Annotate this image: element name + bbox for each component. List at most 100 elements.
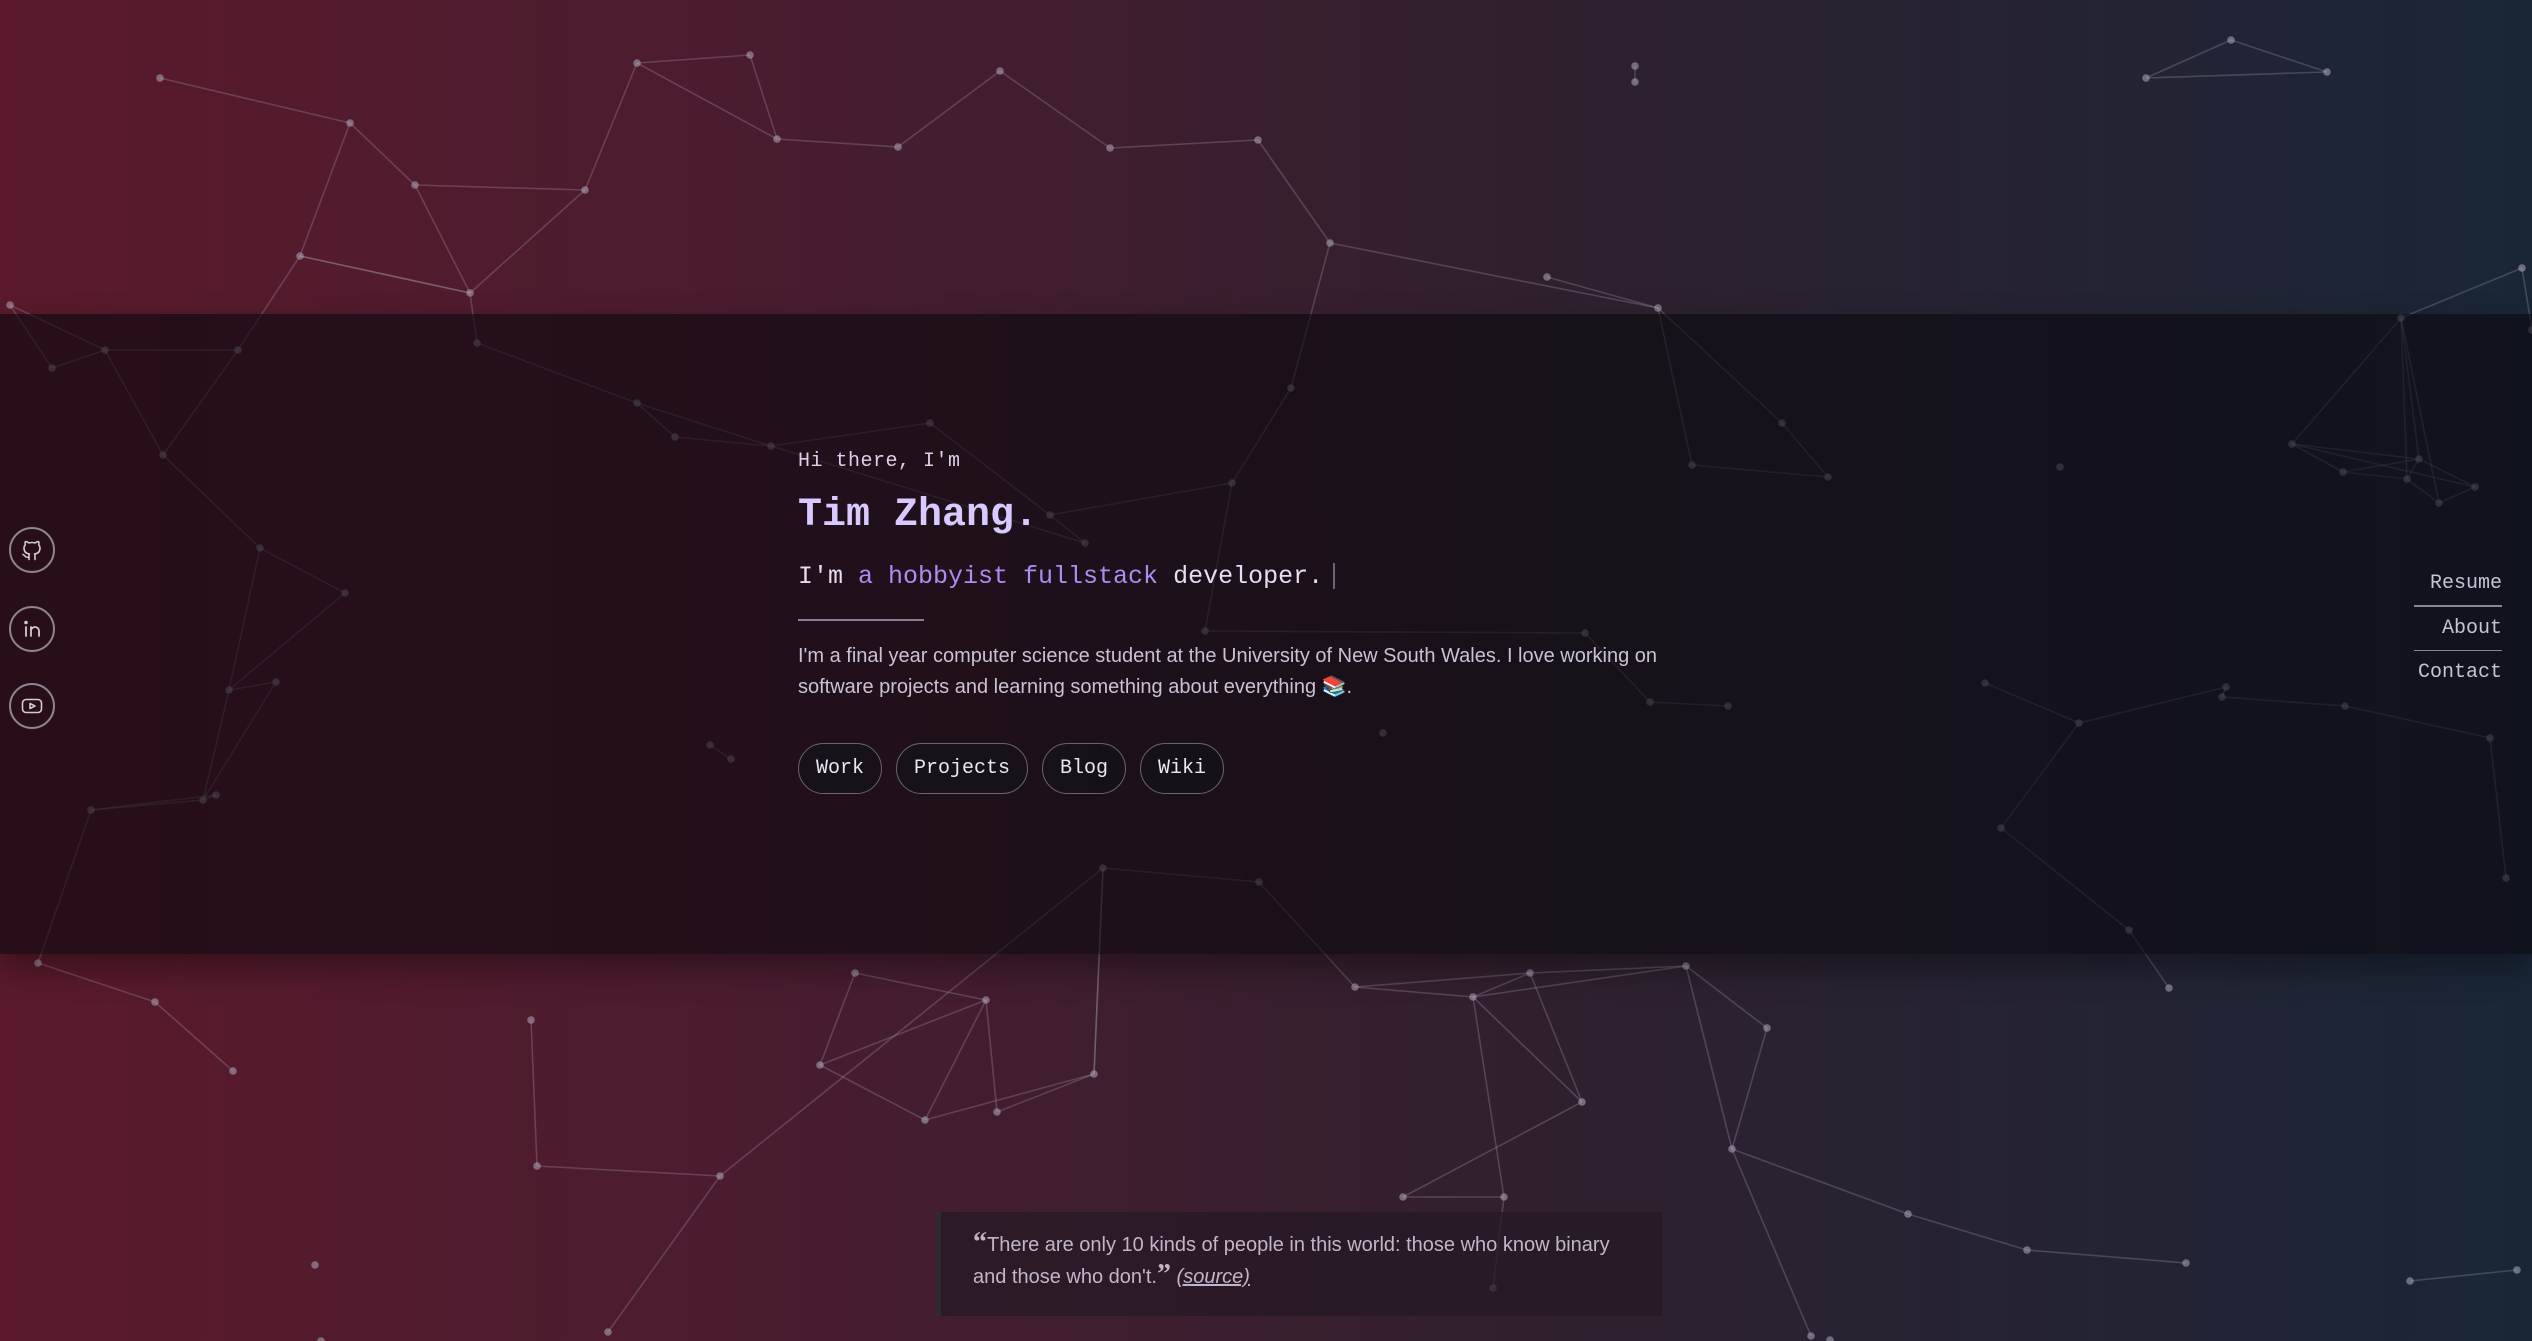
network-line (1685, 965, 1733, 1150)
network-node (1826, 1336, 1834, 1341)
network-node (816, 1061, 824, 1069)
network-line (2409, 1269, 2518, 1282)
linkedin-link[interactable] (9, 606, 55, 652)
network-node (581, 186, 589, 194)
network-node (6, 301, 14, 309)
network-line (414, 184, 471, 294)
network-line (584, 62, 638, 191)
network-node (2182, 1259, 2190, 1267)
network-line (776, 138, 899, 148)
hero-content: Hi there, I'm Tim Zhang. I'm a hobbyist … (798, 450, 1738, 794)
network-line (985, 999, 998, 1113)
network-line (1529, 972, 1583, 1103)
network-line (414, 184, 586, 191)
network-line (2400, 267, 2523, 319)
network-line (349, 122, 416, 186)
network-node (1578, 1098, 1586, 1106)
contact-link[interactable]: Contact (2414, 657, 2502, 688)
network-node (2227, 36, 2235, 44)
network-node (1254, 136, 1262, 144)
network-node (2023, 1246, 2031, 1254)
open-quote-mark: “ (973, 1227, 987, 1258)
linkedin-icon (24, 620, 40, 637)
network-node (1500, 1193, 1508, 1201)
network-node (1728, 1145, 1736, 1153)
tagline-prefix: I'm (798, 562, 859, 591)
network-line (1329, 242, 1659, 309)
network-node (996, 67, 1004, 75)
nav-divider (2414, 605, 2502, 607)
network-node (317, 1337, 325, 1341)
quote-text: There are only 10 kinds of people in thi… (973, 1234, 1610, 1288)
network-node (2518, 264, 2526, 272)
network-node (716, 1172, 724, 1180)
network-node (746, 51, 754, 59)
network-line (819, 999, 987, 1066)
network-node (773, 135, 781, 143)
network-line (1109, 139, 1259, 149)
projects-link[interactable]: Projects (896, 743, 1029, 794)
network-node (2142, 74, 2150, 82)
blog-link[interactable]: Blog (1042, 743, 1127, 794)
network-node (1469, 993, 1477, 1001)
network-node (2323, 68, 2331, 76)
network-line (636, 54, 751, 64)
tagline-highlight: a hobbyist fullstack (858, 562, 1159, 591)
network-node (604, 1328, 612, 1336)
network-node (156, 74, 164, 82)
network-node (1904, 1210, 1912, 1218)
network-node (1543, 273, 1551, 281)
youtube-icon (21, 698, 43, 714)
network-line (1731, 1148, 1812, 1337)
network-line (159, 77, 351, 124)
network-line (1685, 965, 1768, 1029)
wiki-link[interactable]: Wiki (1140, 743, 1225, 794)
network-line (819, 1064, 926, 1121)
network-line (2145, 39, 2232, 79)
quote-source-link[interactable]: (source) (1177, 1266, 1250, 1288)
network-line (1907, 1213, 2028, 1251)
network-node (2165, 984, 2173, 992)
bio-text: I'm a final year computer science studen… (798, 645, 1658, 698)
network-node (1326, 239, 1334, 247)
network-node (1106, 144, 1114, 152)
network-line (1546, 276, 1659, 309)
network-line (996, 1073, 1095, 1113)
nav-divider (2414, 649, 2502, 651)
typing-cursor (1333, 563, 1336, 590)
network-line (154, 1001, 234, 1072)
network-node (1682, 962, 1690, 970)
network-line (1472, 996, 1583, 1103)
network-node (1631, 78, 1639, 86)
network-line (469, 189, 586, 294)
about-link[interactable]: About (2414, 613, 2502, 644)
hero-name: Tim Zhang. (798, 493, 1039, 538)
network-line (530, 1019, 538, 1167)
github-link[interactable] (9, 527, 55, 573)
network-node (229, 1067, 237, 1075)
network-node (851, 969, 859, 977)
resume-link[interactable]: Resume (2414, 568, 2502, 599)
network-node (2406, 1277, 2414, 1285)
network-node (1763, 1024, 1771, 1032)
network-node (533, 1162, 541, 1170)
network-line (299, 255, 471, 294)
network-node (982, 996, 990, 1004)
network-node (2513, 1266, 2521, 1274)
right-nav: Resume About Contact (2414, 568, 2502, 688)
network-line (924, 1073, 1095, 1121)
network-line (1731, 1148, 1909, 1215)
work-link[interactable]: Work (798, 743, 883, 794)
network-node (1631, 62, 1639, 70)
network-line (2230, 39, 2328, 73)
network-node (1399, 1193, 1407, 1201)
network-line (2145, 71, 2328, 79)
github-icon (22, 540, 41, 561)
network-line (536, 1165, 721, 1177)
youtube-link[interactable] (9, 683, 55, 729)
network-line (924, 999, 987, 1121)
network-node (466, 289, 474, 297)
section-links: Work Projects Blog Wiki (798, 743, 1738, 794)
network-node (151, 998, 159, 1006)
network-line (897, 70, 1001, 148)
